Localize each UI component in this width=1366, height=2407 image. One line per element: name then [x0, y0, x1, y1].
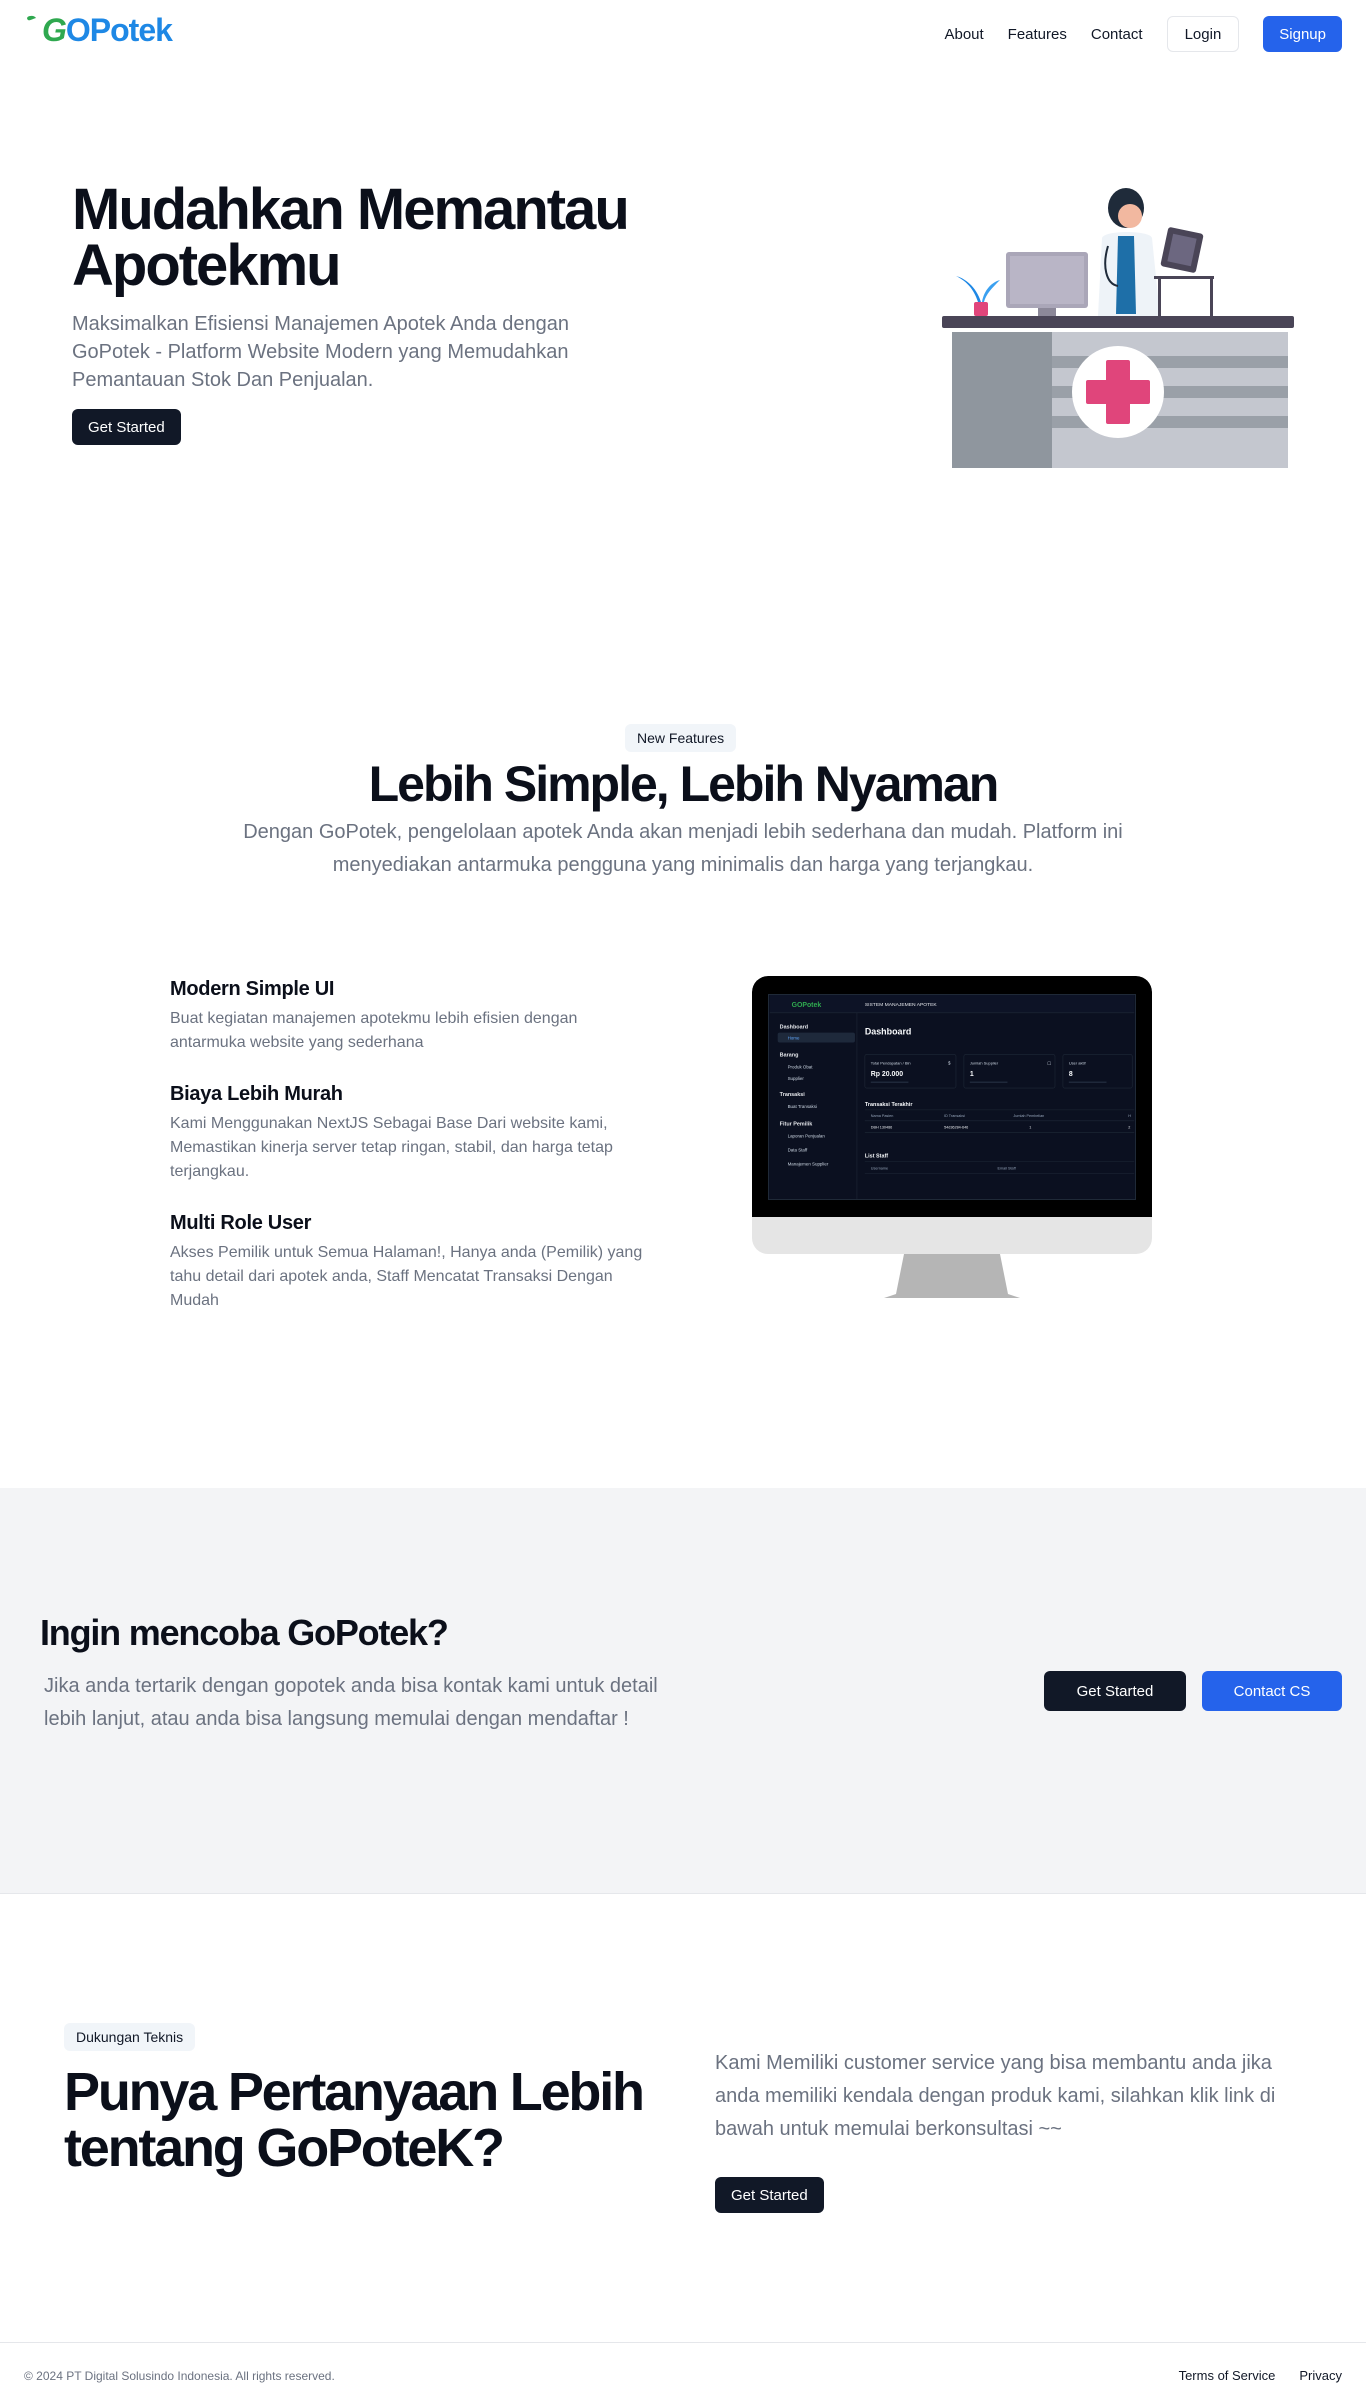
- feature-item-modern-ui: Modern Simple UI Buat kegiatan manajemen…: [170, 978, 650, 1055]
- screen-tx-cell: 2: [1128, 1126, 1130, 1130]
- screen-card-value: Rp 20.000: [871, 1071, 903, 1078]
- footer-copyright: © 2024 PT Digital Solusindo Indonesia. A…: [24, 2369, 335, 2383]
- monitor-illustration: GOPotek SISTEM MANAJEMEN APOTEK Dashboar…: [752, 976, 1152, 1298]
- features-title: Lebih Simple, Lebih Nyaman: [368, 756, 1000, 812]
- screen-side-pemilik: Fitur Pemilik: [780, 1122, 814, 1128]
- screen-tx-header: ID Transaksi: [944, 1114, 965, 1118]
- navbar: GOPotek About Features Contact Login Sig…: [0, 0, 1366, 64]
- support-text: Kami Memiliki customer service yang bisa…: [715, 2052, 1276, 2140]
- feature-title: Modern Simple UI: [170, 978, 335, 1000]
- nav-features[interactable]: Features: [1008, 26, 1067, 43]
- feature-list: Modern Simple UI Buat kegiatan manajemen…: [170, 978, 650, 1341]
- dashboard-screenshot: GOPotek SISTEM MANAJEMEN APOTEK Dashboar…: [768, 994, 1136, 1200]
- screen-logo: GOPotek: [792, 1002, 822, 1009]
- footer: © 2024 PT Digital Solusindo Indonesia. A…: [0, 2342, 1366, 2407]
- feature-title: Biaya Lebih Murah: [170, 1083, 343, 1105]
- feature-text: Akses Pemilik untuk Semua Halaman!, Hany…: [170, 1244, 643, 1309]
- hero-title-line2: Apotekmu: [72, 233, 342, 298]
- cta-subtitle: Jika anda tertarik dengan gopotek anda b…: [44, 1675, 658, 1730]
- terms-link[interactable]: Terms of Service: [1179, 2368, 1276, 2383]
- screen-tx-cell: 54d36284-646: [944, 1126, 968, 1130]
- screen-side-home: Home: [788, 1036, 800, 1041]
- screen-side-laporan: Laporan Penjualan: [788, 1134, 826, 1139]
- screen-side-transaksi: Transaksi: [780, 1092, 806, 1098]
- privacy-link[interactable]: Privacy: [1299, 2368, 1342, 2383]
- feature-text: Kami Menggunakan NextJS Sebagai Base Dar…: [170, 1115, 613, 1180]
- screen-tx-cell: 1: [1029, 1126, 1031, 1130]
- hero-get-started-button[interactable]: Get Started: [72, 409, 181, 445]
- screen-tx-header: H: [1128, 1114, 1131, 1118]
- screen-side-supplier: Supplier: [788, 1076, 805, 1081]
- screen-card-label: User aktif: [1069, 1060, 1087, 1065]
- nav-links: About Features Contact Login Signup: [944, 16, 1342, 52]
- support-title: Punya Pertanyaan Lebih tentang GoPoteK?: [64, 2062, 645, 2178]
- screen-tx-title: Transaksi Terakhir: [865, 1102, 914, 1108]
- screen-card-value: 1: [970, 1071, 974, 1078]
- screen-header: SISTEM MANAJEMEN APOTEK: [865, 1002, 938, 1008]
- gopotek-logo[interactable]: GOPotek: [22, 8, 173, 52]
- footer-links: Terms of Service Privacy: [1179, 2368, 1342, 2383]
- screen-tx-cell: DBH 130486: [871, 1126, 892, 1130]
- nav-about[interactable]: About: [944, 26, 983, 43]
- screen-side-staff: Data Staff: [788, 1147, 808, 1152]
- signup-button[interactable]: Signup: [1263, 16, 1342, 52]
- screen-card-label: Jumlah Supplier: [970, 1060, 999, 1065]
- feature-item-multi-role: Multi Role User Akses Pemilik untuk Semu…: [170, 1212, 650, 1313]
- screen-staff-header: Username: [871, 1166, 888, 1170]
- screen-side-dashboard: Dashboard: [780, 1025, 808, 1031]
- screen-side-barang: Barang: [780, 1052, 799, 1058]
- screen-page-title: Dashboard: [865, 1027, 912, 1037]
- cta-title: Ingin mencoba GoPotek?: [40, 1612, 449, 1653]
- cta-get-started-button[interactable]: Get Started: [1044, 1671, 1186, 1711]
- screen-card-value: 8: [1069, 1071, 1073, 1078]
- new-features-badge: New Features: [625, 724, 737, 752]
- hero-subtitle: Maksimalkan Efisiensi Manajemen Apotek A…: [72, 313, 569, 391]
- contact-cs-button[interactable]: Contact CS: [1202, 1671, 1342, 1711]
- screen-side-buat: Buat Transaksi: [788, 1104, 817, 1109]
- support-badge: Dukungan Teknis: [64, 2023, 196, 2051]
- logo-letter-g: G: [42, 12, 67, 48]
- cta-section: Ingin mencoba GoPotek? Jika anda tertari…: [0, 1488, 1366, 1894]
- screen-tx-header: Jumlah Pembelian: [1013, 1114, 1044, 1118]
- nav-contact[interactable]: Contact: [1091, 26, 1143, 43]
- screen-card-icon: ▢: [1047, 1060, 1051, 1065]
- feature-title: Multi Role User: [170, 1212, 312, 1234]
- monitor-bezel: GOPotek SISTEM MANAJEMEN APOTEK Dashboar…: [752, 976, 1152, 1217]
- logo-wordmark: OPotek: [65, 12, 173, 48]
- feature-text: Buat kegiatan manajemen apotekmu lebih e…: [170, 1010, 578, 1051]
- hero-title: Mudahkan Memantau Apotekmu: [72, 181, 692, 295]
- feature-item-cost: Biaya Lebih Murah Kami Menggunakan NextJ…: [170, 1083, 650, 1184]
- screen-staff-title: List Staff: [865, 1153, 888, 1159]
- support-get-started-button[interactable]: Get Started: [715, 2177, 824, 2213]
- leaf-logo-icon: [27, 15, 36, 21]
- login-button[interactable]: Login: [1166, 16, 1240, 52]
- monitor-stand: [884, 1254, 1020, 1298]
- screen-side-produk: Produk Obat: [788, 1064, 814, 1069]
- screen-tx-header: Nama Pasien: [871, 1114, 894, 1118]
- features-subtitle: Dengan GoPotek, pengelolaan apotek Anda …: [243, 821, 1123, 876]
- screen-staff-header: Email Staff: [998, 1166, 1017, 1170]
- screen-card-label: Total Pendapatan / Bln: [871, 1060, 911, 1065]
- pharmacist-illustration: [942, 188, 1294, 468]
- screen-side-mgmt: Manajemen Supplier: [788, 1161, 829, 1166]
- monitor-frame: GOPotek SISTEM MANAJEMEN APOTEK Dashboar…: [752, 976, 1152, 1254]
